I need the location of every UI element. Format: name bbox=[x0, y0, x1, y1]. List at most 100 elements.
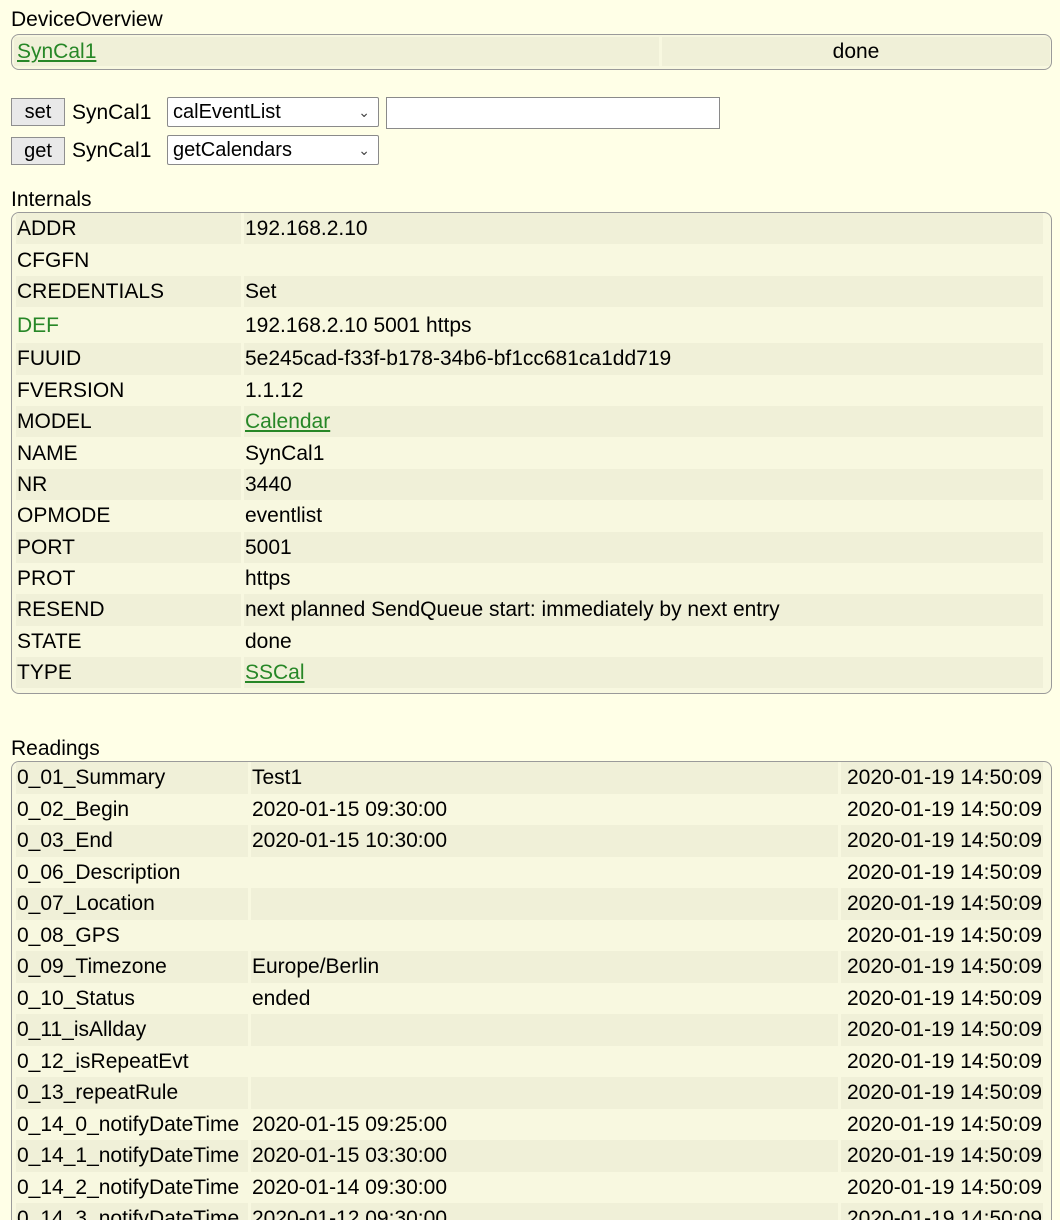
reading-timestamp: 2020-01-19 14:50:09 bbox=[841, 856, 1043, 888]
reading-value: 2020-01-12 09:30:00 bbox=[251, 1203, 838, 1220]
reading-value: 2020-01-15 09:25:00 bbox=[251, 1108, 838, 1140]
device-link[interactable]: SynCal1 bbox=[17, 40, 96, 63]
table-row: 0_11_isAllday 2020-01-19 14:50:09 bbox=[16, 1014, 1043, 1046]
internal-key: CFGFN bbox=[16, 244, 241, 276]
table-row: STATE done bbox=[16, 625, 1043, 658]
readings-table: 0_01_Summary Test1 2020-01-19 14:50:09 0… bbox=[13, 762, 1046, 1220]
table-row: 0_07_Location 2020-01-19 14:50:09 bbox=[16, 888, 1043, 920]
reading-value bbox=[251, 856, 838, 888]
reading-key: 0_13_repeatRule bbox=[16, 1077, 248, 1109]
table-row: FUUID 5e245cad-f33f-b178-34b6-bf1cc681ca… bbox=[16, 343, 1043, 375]
internal-key: PORT bbox=[16, 531, 241, 563]
reading-timestamp: 2020-01-19 14:50:09 bbox=[841, 951, 1043, 983]
reading-timestamp: 2020-01-19 14:50:09 bbox=[841, 919, 1043, 951]
internal-key: MODEL bbox=[16, 405, 241, 438]
chevron-down-icon: ⌄ bbox=[358, 104, 370, 120]
reading-timestamp: 2020-01-19 14:50:09 bbox=[841, 1203, 1043, 1220]
get-device-label: SynCal1 bbox=[72, 139, 152, 162]
internal-value-cell: SSCal bbox=[244, 657, 1043, 689]
table-row: 0_12_isRepeatEvt 2020-01-19 14:50:09 bbox=[16, 1045, 1043, 1077]
internal-value: 192.168.2.10 5001 https bbox=[244, 307, 1043, 344]
table-row: MODEL Calendar bbox=[16, 405, 1043, 438]
internal-value: SynCal1 bbox=[244, 437, 1043, 469]
table-row: CREDENTIALS Set bbox=[16, 275, 1043, 308]
set-command-selected: calEventList bbox=[173, 101, 281, 123]
reading-key: 0_14_2_notifyDateTime bbox=[16, 1171, 248, 1203]
table-row: FVERSION 1.1.12 bbox=[16, 374, 1043, 406]
table-row: OPMODE eventlist bbox=[16, 500, 1043, 532]
table-row: PROT https bbox=[16, 562, 1043, 595]
table-row: 0_14_0_notifyDateTime 2020-01-15 09:25:0… bbox=[16, 1108, 1043, 1140]
table-row: PORT 5001 bbox=[16, 531, 1043, 563]
reading-value bbox=[251, 888, 838, 920]
table-row: 0_10_Status ended 2020-01-19 14:50:09 bbox=[16, 982, 1043, 1014]
readings-title: Readings bbox=[11, 737, 100, 760]
table-row: CFGFN bbox=[16, 244, 1043, 276]
reading-key: 0_01_Summary bbox=[16, 762, 248, 794]
internal-key: OPMODE bbox=[16, 500, 241, 532]
model-link[interactable]: Calendar bbox=[245, 410, 330, 433]
internal-value-cell: Calendar bbox=[244, 405, 1043, 438]
reading-timestamp: 2020-01-19 14:50:09 bbox=[841, 1171, 1043, 1203]
internal-key: CREDENTIALS bbox=[16, 275, 241, 308]
table-row: 0_08_GPS 2020-01-19 14:50:09 bbox=[16, 919, 1043, 951]
reading-value: 2020-01-14 09:30:00 bbox=[251, 1171, 838, 1203]
internal-value: 5e245cad-f33f-b178-34b6-bf1cc681ca1dd719 bbox=[244, 343, 1043, 375]
reading-value: Europe/Berlin bbox=[251, 951, 838, 983]
internals-title: Internals bbox=[11, 188, 92, 211]
internal-key: ADDR bbox=[16, 213, 241, 245]
internal-value: done bbox=[244, 625, 1043, 658]
table-row: DEF 192.168.2.10 5001 https bbox=[16, 307, 1043, 344]
table-row: TYPE SSCal bbox=[16, 657, 1043, 689]
internal-key: NR bbox=[16, 468, 241, 501]
set-command-select[interactable]: calEventList ⌄ bbox=[167, 97, 379, 127]
set-device-label: SynCal1 bbox=[72, 101, 152, 124]
device-overview-title: DeviceOverview bbox=[11, 8, 163, 31]
table-row: 0_14_2_notifyDateTime 2020-01-14 09:30:0… bbox=[16, 1171, 1043, 1203]
internal-key: NAME bbox=[16, 437, 241, 469]
reading-key: 0_06_Description bbox=[16, 856, 248, 888]
reading-key: 0_10_Status bbox=[16, 982, 248, 1014]
table-row: 0_13_repeatRule 2020-01-19 14:50:09 bbox=[16, 1077, 1043, 1109]
internals-block: ADDR 192.168.2.10 CFGFN CREDENTIALS Set … bbox=[11, 212, 1052, 694]
type-link[interactable]: SSCal bbox=[245, 661, 305, 684]
reading-value: 2020-01-15 09:30:00 bbox=[251, 793, 838, 825]
get-command-select[interactable]: getCalendars ⌄ bbox=[167, 135, 379, 165]
internal-value: next planned SendQueue start: immediatel… bbox=[244, 594, 1043, 626]
internal-key: RESEND bbox=[16, 594, 241, 626]
internal-key: FUUID bbox=[16, 343, 241, 375]
get-button[interactable]: get bbox=[11, 137, 65, 165]
reading-key: 0_14_0_notifyDateTime bbox=[16, 1108, 248, 1140]
internal-key: PROT bbox=[16, 562, 241, 595]
chevron-down-icon: ⌄ bbox=[358, 142, 370, 158]
reading-value: 2020-01-15 03:30:00 bbox=[251, 1140, 838, 1172]
reading-timestamp: 2020-01-19 14:50:09 bbox=[841, 1045, 1043, 1077]
table-row: 0_14_3_notifyDateTime 2020-01-12 09:30:0… bbox=[16, 1203, 1043, 1220]
reading-timestamp: 2020-01-19 14:50:09 bbox=[841, 1108, 1043, 1140]
internal-key: TYPE bbox=[16, 657, 241, 689]
reading-timestamp: 2020-01-19 14:50:09 bbox=[841, 1077, 1043, 1109]
reading-key: 0_03_End bbox=[16, 825, 248, 857]
reading-key: 0_08_GPS bbox=[16, 919, 248, 951]
reading-timestamp: 2020-01-19 14:50:09 bbox=[841, 762, 1043, 794]
table-row: NAME SynCal1 bbox=[16, 437, 1043, 469]
page: DeviceOverview SynCal1 done set SynCal1 … bbox=[0, 0, 1060, 1220]
internal-value bbox=[244, 244, 1043, 276]
internal-key: FVERSION bbox=[16, 374, 241, 406]
internals-table: ADDR 192.168.2.10 CFGFN CREDENTIALS Set … bbox=[13, 213, 1046, 689]
internal-value: 192.168.2.10 bbox=[244, 213, 1043, 245]
set-button[interactable]: set bbox=[11, 98, 65, 126]
internal-key-def[interactable]: DEF bbox=[16, 307, 241, 344]
internal-value: 3440 bbox=[244, 468, 1043, 501]
internal-value: eventlist bbox=[244, 500, 1043, 532]
device-overview-name-cell: SynCal1 bbox=[14, 37, 659, 66]
device-state: done bbox=[662, 37, 1050, 66]
table-row: 0_03_End 2020-01-15 10:30:00 2020-01-19 … bbox=[16, 825, 1043, 857]
set-value-input[interactable] bbox=[386, 97, 720, 129]
table-row: 0_06_Description 2020-01-19 14:50:09 bbox=[16, 856, 1043, 888]
reading-value bbox=[251, 919, 838, 951]
reading-key: 0_14_3_notifyDateTime bbox=[16, 1203, 248, 1220]
reading-timestamp: 2020-01-19 14:50:09 bbox=[841, 825, 1043, 857]
device-overview-block: SynCal1 done bbox=[11, 34, 1052, 70]
internal-key: STATE bbox=[16, 625, 241, 658]
